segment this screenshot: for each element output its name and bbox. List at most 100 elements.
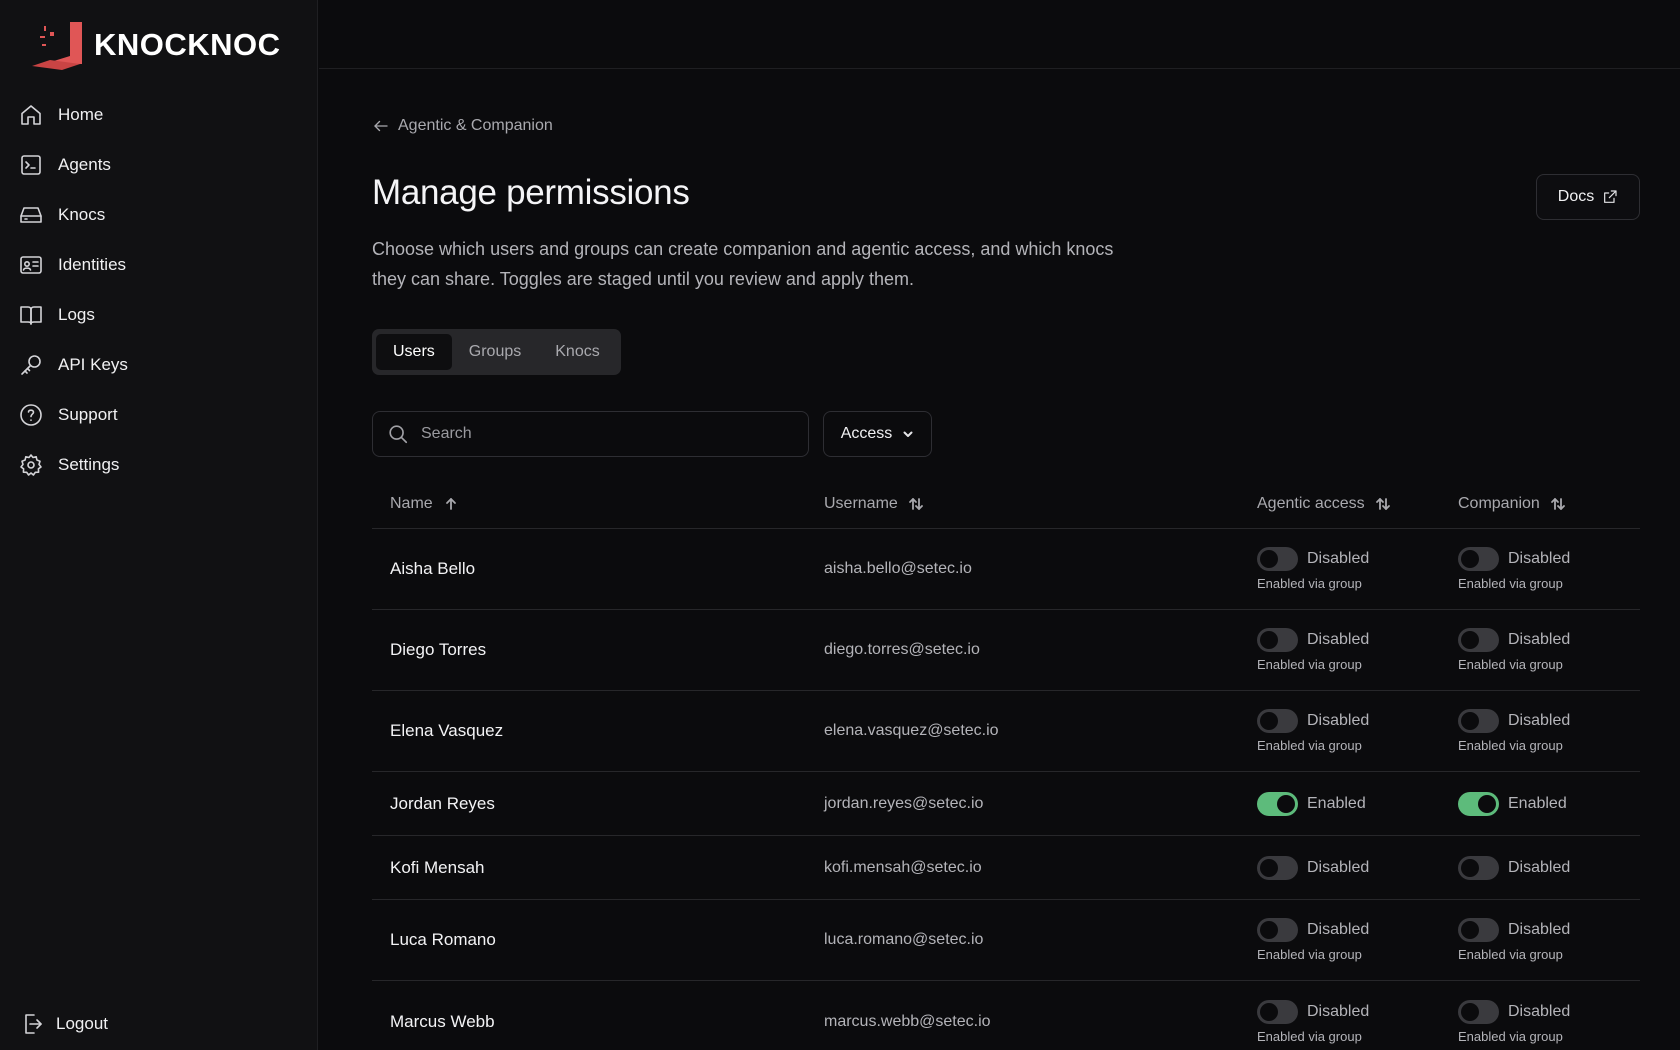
search-icon — [389, 425, 408, 444]
companion-toggle[interactable] — [1458, 999, 1499, 1024]
user-name: Aisha Bello — [390, 559, 476, 578]
toggle-knob — [1461, 712, 1479, 730]
table-row: Luca Romano luca.romano@setec.io Disable… — [372, 900, 1640, 981]
agentic-toggle[interactable] — [1257, 999, 1298, 1024]
id-card-icon — [18, 252, 44, 278]
search-input[interactable] — [421, 425, 781, 443]
sidebar-item-knocs[interactable]: Knocs — [18, 190, 308, 240]
agentic-inherited-note: Enabled via group — [1257, 947, 1362, 962]
sort-by-username[interactable]: Username — [824, 495, 924, 513]
companion-inherited-note: Enabled via group — [1458, 657, 1563, 672]
user-username: luca.romano@setec.io — [824, 931, 984, 948]
companion-toggle[interactable] — [1458, 855, 1499, 880]
tab-knocs[interactable]: Knocs — [538, 334, 616, 370]
table-row: Jordan Reyes jordan.reyes@setec.io Enabl… — [372, 772, 1640, 836]
toggle-knob — [1260, 921, 1278, 939]
companion-toggle[interactable] — [1458, 547, 1499, 571]
logout-label: Logout — [56, 1014, 108, 1033]
companion-state: Disabled — [1508, 858, 1571, 876]
permissions-table: Name Username Agentic access Companion A… — [372, 479, 1640, 1050]
brand-name: KNOCKNOC — [94, 27, 281, 62]
sidebar-item-logs[interactable]: Logs — [18, 290, 308, 340]
agentic-toggle-line: Disabled — [1257, 918, 1369, 942]
sort-arrows-icon — [908, 497, 923, 510]
sidebar-item-settings[interactable]: Settings — [18, 440, 308, 490]
tab-bar: Users Groups Knocs — [372, 329, 621, 375]
sidebar-item-label: Home — [58, 105, 104, 124]
agentic-toggle[interactable] — [1257, 547, 1298, 571]
companion-state: Disabled — [1508, 1002, 1571, 1020]
companion-toggle[interactable] — [1458, 628, 1499, 652]
companion-cell: Disabled Enabled via group — [1458, 709, 1570, 753]
breadcrumb[interactable]: Agentic & Companion — [372, 117, 553, 135]
agentic-toggle[interactable] — [1257, 918, 1298, 942]
arrow-left-icon — [374, 120, 388, 132]
agentic-cell: Disabled Enabled via group — [1257, 709, 1369, 753]
user-username: elena.vasquez@setec.io — [824, 722, 999, 739]
table-row: Aisha Bello aisha.bello@setec.io Disable… — [372, 529, 1640, 610]
brand-logo[interactable]: KNOCKNOC — [30, 20, 281, 70]
companion-inherited-note: Enabled via group — [1458, 1028, 1563, 1044]
terminal-icon — [18, 152, 44, 178]
tab-groups[interactable]: Groups — [452, 334, 538, 370]
column-header-companion: Companion — [1458, 494, 1540, 512]
sort-by-name[interactable]: Name — [390, 495, 459, 513]
agentic-toggle[interactable] — [1257, 855, 1298, 880]
sidebar-item-label: Knocs — [58, 205, 106, 224]
toggle-knob — [1478, 794, 1496, 813]
user-username: jordan.reyes@setec.io — [824, 794, 984, 812]
tab-users[interactable]: Users — [376, 334, 452, 370]
user-username: aisha.bello@setec.io — [824, 560, 972, 577]
access-filter-dropdown[interactable]: Access — [823, 411, 932, 457]
table-row: Marcus Webb marcus.webb@setec.io Disable… — [372, 981, 1640, 1050]
sidebar-item-support[interactable]: Support — [18, 390, 308, 440]
agentic-cell: Enabled — [1257, 791, 1366, 816]
user-username: marcus.webb@setec.io — [824, 1012, 991, 1030]
agentic-toggle[interactable] — [1257, 791, 1298, 816]
user-name: Diego Torres — [390, 640, 487, 659]
companion-cell: Disabled Enabled via group — [1458, 547, 1570, 591]
sidebar: KNOCKNOC Home Agents Knocs Identities Lo… — [0, 0, 318, 1050]
sidebar-item-identities[interactable]: Identities — [18, 240, 308, 290]
toggle-knob — [1461, 921, 1479, 939]
sidebar-item-label: Agents — [58, 155, 111, 174]
sidebar-item-home[interactable]: Home — [18, 90, 308, 140]
agentic-cell: Disabled — [1257, 855, 1369, 880]
user-name: Luca Romano — [390, 930, 496, 949]
breadcrumb-label: Agentic & Companion — [398, 117, 553, 134]
agentic-toggle[interactable] — [1257, 628, 1298, 652]
companion-toggle[interactable] — [1458, 709, 1499, 733]
companion-state: Disabled — [1508, 921, 1571, 938]
logout-button[interactable]: Logout — [20, 1012, 108, 1036]
sidebar-item-label: Support — [58, 405, 118, 424]
user-name: Marcus Webb — [390, 1011, 495, 1031]
sort-arrows-icon — [1550, 497, 1565, 510]
companion-state: Disabled — [1508, 631, 1571, 648]
agentic-cell: Disabled Enabled via group — [1257, 547, 1369, 591]
sort-arrows-icon — [1375, 497, 1390, 510]
page-title: Manage permissions — [372, 173, 690, 212]
search-box — [372, 411, 809, 457]
access-filter-label: Access — [840, 425, 893, 442]
companion-toggle[interactable] — [1458, 918, 1499, 942]
agentic-toggle-line: Disabled — [1257, 547, 1369, 571]
companion-state: Enabled — [1508, 794, 1567, 812]
sidebar-item-agents[interactable]: Agents — [18, 140, 308, 190]
column-header-username: Username — [824, 494, 898, 512]
agentic-toggle[interactable] — [1257, 709, 1298, 733]
companion-cell: Enabled — [1458, 791, 1567, 816]
companion-toggle[interactable] — [1458, 791, 1499, 816]
toggle-knob — [1461, 1002, 1479, 1021]
door-logo-icon — [32, 22, 82, 70]
toggle-knob — [1260, 550, 1278, 568]
sort-by-companion[interactable]: Companion — [1458, 495, 1566, 513]
home-icon — [18, 102, 44, 128]
sidebar-item-api-keys[interactable]: API Keys — [18, 340, 308, 390]
arrow-up-icon — [445, 497, 456, 510]
docs-button[interactable]: Docs — [1536, 174, 1640, 220]
sort-by-agentic[interactable]: Agentic access — [1257, 495, 1391, 513]
logout-icon — [25, 1014, 42, 1034]
help-circle-icon — [18, 402, 44, 428]
column-header-agentic: Agentic access — [1257, 494, 1365, 512]
agentic-state: Disabled — [1307, 712, 1370, 729]
